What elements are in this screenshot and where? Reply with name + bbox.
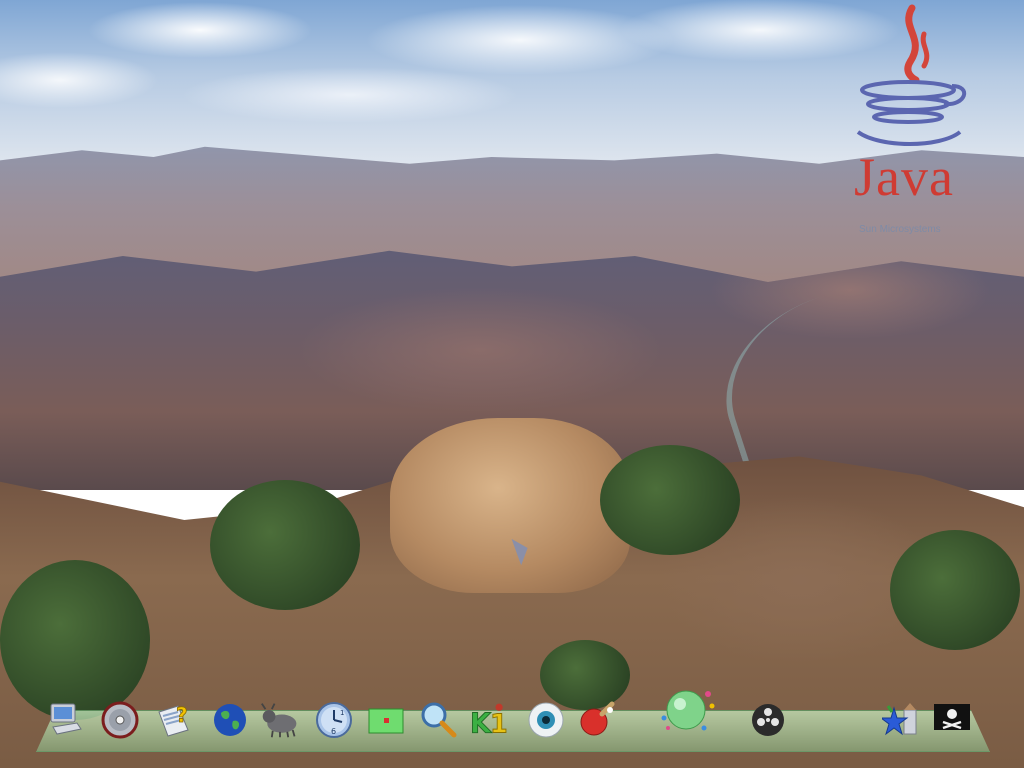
clock-icon[interactable]: 6 1 — [314, 700, 354, 740]
svg-text:6: 6 — [331, 727, 336, 736]
java-logo-company: Sun Microsystems — [859, 224, 941, 235]
foreground-rock — [390, 418, 630, 593]
eye-icon[interactable] — [526, 700, 566, 740]
svg-text:K: K — [470, 709, 492, 740]
java-logo-text: Java — [854, 147, 954, 207]
help-document-icon[interactable]: ? — [154, 700, 194, 740]
computer-icon[interactable] — [46, 700, 86, 740]
green-box-icon[interactable] — [366, 700, 406, 740]
java-logo: Java Sun Microsystems — [840, 0, 980, 240]
bush — [0, 560, 150, 720]
bush — [890, 530, 1020, 650]
dock: ? 6 1 K 1 — [36, 690, 990, 756]
svg-text:1: 1 — [490, 710, 508, 740]
gnu-icon[interactable] — [260, 700, 300, 740]
magnifier-icon[interactable] — [418, 700, 458, 740]
svg-text:1: 1 — [340, 709, 344, 717]
green-sphere-icon[interactable] — [658, 684, 718, 740]
pirate-flag-icon[interactable] — [932, 700, 972, 740]
film-reel-icon[interactable] — [748, 700, 788, 740]
star-castle-icon[interactable] — [882, 700, 922, 740]
bush — [210, 480, 360, 610]
bush — [600, 445, 740, 555]
cd-disc-icon[interactable] — [100, 700, 140, 740]
ping-pong-paddle-icon[interactable] — [578, 700, 618, 740]
globe-icon[interactable] — [210, 700, 250, 740]
svg-text:?: ? — [176, 703, 188, 727]
k1-icon[interactable]: K 1 — [470, 700, 510, 740]
java-cup-icon — [856, 4, 967, 146]
